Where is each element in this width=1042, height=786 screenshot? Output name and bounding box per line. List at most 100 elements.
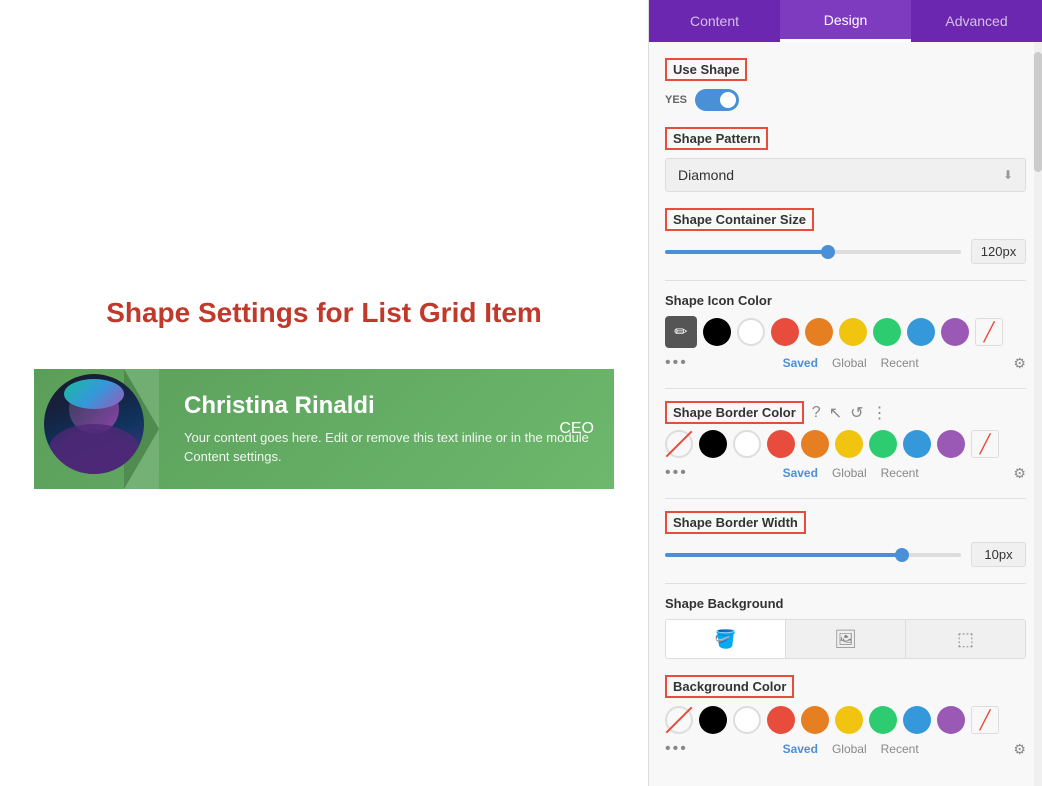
color-orange[interactable] (805, 318, 833, 346)
shape-border-width-label: Shape Border Width (665, 511, 806, 534)
color-red[interactable] (771, 318, 799, 346)
shape-container-size-value[interactable]: 120px (971, 239, 1026, 264)
color-black[interactable] (703, 318, 731, 346)
border-color-black[interactable] (699, 430, 727, 458)
border-slider-thumb[interactable] (895, 548, 909, 562)
bg-color-black[interactable] (699, 706, 727, 734)
bg-color-yellow[interactable] (835, 706, 863, 734)
card-role: CEO (559, 420, 594, 438)
tabs-header: Content Design Advanced (649, 0, 1042, 42)
color-purple[interactable] (941, 318, 969, 346)
tab-recent[interactable]: Recent (881, 356, 919, 370)
shape-container-size-label: Shape Container Size (665, 208, 814, 231)
border-color-slash-btn[interactable]: ╱ (971, 430, 999, 458)
border-color-yellow[interactable] (835, 430, 863, 458)
avatar (44, 374, 144, 474)
bg-tab-color[interactable]: 🪣 (666, 620, 786, 658)
panel-content: Use Shape YES Shape Pattern Diamond ⬇ Sh… (649, 42, 1042, 786)
slider-thumb[interactable] (821, 245, 835, 259)
bg-tab-recent[interactable]: Recent (881, 742, 919, 756)
color-white[interactable] (737, 318, 765, 346)
shape-border-color-row: ╱ (665, 430, 1026, 458)
bg-color-purple[interactable] (937, 706, 965, 734)
tab-content[interactable]: Content (649, 0, 780, 42)
shape-icon-color-section: Shape Icon Color ✏ ╱ ••• (665, 293, 1026, 372)
border-color-tabs-left: Saved Global Recent (783, 466, 919, 480)
border-tab-recent[interactable]: Recent (881, 466, 919, 480)
page-title: Shape Settings for List Grid Item (106, 297, 542, 329)
color-pencil-btn[interactable]: ✏ (665, 316, 697, 348)
background-color-section: Background Color ╱ ••• Saved (665, 675, 1026, 758)
shape-pattern-label: Shape Pattern (665, 127, 768, 150)
shape-container-size-track[interactable] (665, 250, 961, 254)
image-icon: 🖼 (834, 629, 857, 650)
shape-border-width-value[interactable]: 10px (971, 542, 1026, 567)
color-yellow[interactable] (839, 318, 867, 346)
use-shape-label: Use Shape (665, 58, 747, 81)
shape-pattern-value: Diamond (678, 167, 734, 183)
use-shape-toggle[interactable] (695, 89, 739, 111)
color-transparent-btn[interactable] (665, 430, 693, 458)
shape-background-label: Shape Background (665, 596, 1026, 611)
bg-color-orange[interactable] (801, 706, 829, 734)
border-color-orange[interactable] (801, 430, 829, 458)
border-slider-fill (665, 553, 902, 557)
bg-color-blue[interactable] (903, 706, 931, 734)
background-color-tabs: ••• Saved Global Recent ⚙ (665, 740, 1026, 758)
cursor-icon[interactable]: ↖ (829, 403, 842, 423)
bg-dots-icon[interactable]: ••• (665, 740, 688, 758)
shape-border-color-section: Shape Border Color ? ↖ ↺ ⋮ ╱ (665, 401, 1026, 482)
shape-border-width-slider-wrapper: 10px (665, 542, 1026, 567)
chevron-down-icon: ⬇ (1003, 168, 1013, 182)
divider3 (665, 498, 1026, 499)
bg-color-tabs-left: Saved Global Recent (783, 742, 919, 756)
border-dots-icon[interactable]: ••• (665, 464, 688, 482)
border-color-blue[interactable] (903, 430, 931, 458)
shape-background-section: Shape Background 🪣 🖼 ⬚ (665, 596, 1026, 659)
color-slash-btn[interactable]: ╱ (975, 318, 1003, 346)
bg-color-transparent-btn[interactable] (665, 706, 693, 734)
border-color-green[interactable] (869, 430, 897, 458)
tab-design[interactable]: Design (780, 0, 911, 42)
gear-icon[interactable]: ⚙ (1013, 355, 1026, 372)
color-green[interactable] (873, 318, 901, 346)
background-color-label: Background Color (665, 675, 794, 698)
bg-color-white[interactable] (733, 706, 761, 734)
border-color-header: Shape Border Color ? ↖ ↺ ⋮ (665, 401, 1026, 424)
bg-tab-image[interactable]: 🖼 (786, 620, 906, 658)
gradient-icon: ⬚ (957, 629, 974, 650)
color-blue[interactable] (907, 318, 935, 346)
tab-global[interactable]: Global (832, 356, 867, 370)
question-icon[interactable]: ? (812, 404, 821, 422)
divider1 (665, 280, 1026, 281)
dots-icon[interactable]: ••• (665, 354, 688, 372)
border-gear-icon[interactable]: ⚙ (1013, 465, 1026, 482)
border-tab-global[interactable]: Global (832, 466, 867, 480)
bg-color-slash-btn[interactable]: ╱ (971, 706, 999, 734)
border-color-white[interactable] (733, 430, 761, 458)
bg-color-green[interactable] (869, 706, 897, 734)
bg-tab-gradient[interactable]: ⬚ (906, 620, 1025, 658)
border-color-red[interactable] (767, 430, 795, 458)
reset-icon[interactable]: ↺ (850, 403, 863, 423)
border-tab-saved[interactable]: Saved (783, 466, 818, 480)
bg-gear-icon[interactable]: ⚙ (1013, 741, 1026, 758)
scrollbar[interactable] (1034, 42, 1042, 786)
bg-tab-global[interactable]: Global (832, 742, 867, 756)
shape-border-width-track[interactable] (665, 553, 961, 557)
shape-pattern-select[interactable]: Diamond ⬇ (665, 158, 1026, 192)
more-icon[interactable]: ⋮ (872, 403, 888, 423)
bg-color-red[interactable] (767, 706, 795, 734)
tab-advanced[interactable]: Advanced (911, 0, 1042, 42)
shape-icon-color-label: Shape Icon Color (665, 293, 1026, 308)
scrollbar-thumb[interactable] (1034, 52, 1042, 172)
border-color-purple[interactable] (937, 430, 965, 458)
shape-border-color-label: Shape Border Color (665, 401, 804, 424)
shape-container-size-section: Shape Container Size 120px (665, 208, 1026, 264)
divider2 (665, 388, 1026, 389)
right-panel: Content Design Advanced Use Shape YES Sh… (648, 0, 1042, 786)
toggle-wrapper: YES (665, 89, 1026, 111)
tab-saved[interactable]: Saved (783, 356, 818, 370)
divider4 (665, 583, 1026, 584)
bg-tab-saved[interactable]: Saved (783, 742, 818, 756)
